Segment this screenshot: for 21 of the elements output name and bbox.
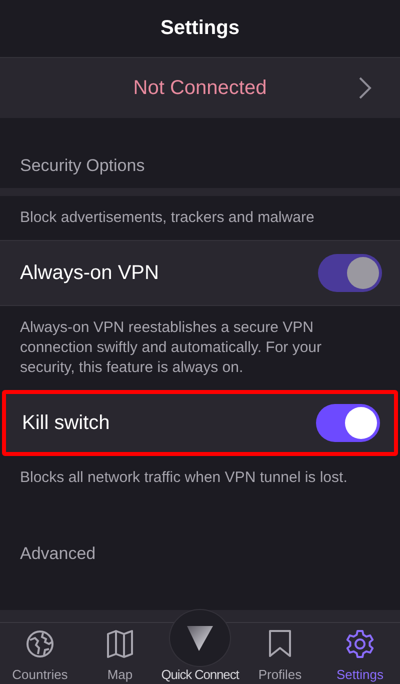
settings-icon xyxy=(345,629,375,659)
screen-title: Settings xyxy=(160,17,240,40)
description-text: Blocks all network traffic when VPN tunnel is lost. xyxy=(19,468,348,488)
description-text: Always-on VPN reestablishes a secure VPN connection swiftly and automatically. For your security, this feature is always on. xyxy=(19,318,323,378)
description-text: Block advertisements, trackers and malware xyxy=(19,208,316,228)
map-icon xyxy=(106,629,134,659)
setting-label: Kill switch xyxy=(22,412,110,434)
connection-status: Not Connected xyxy=(133,76,267,100)
tab-item[interactable]: Countries xyxy=(0,623,80,684)
tab-item[interactable]: Settings xyxy=(320,623,400,684)
globe-icon xyxy=(25,629,55,659)
toggle-switch[interactable] xyxy=(316,404,380,442)
chevron-right-icon xyxy=(358,76,372,100)
tab-item[interactable]: Map xyxy=(80,623,160,684)
triangle-icon xyxy=(186,623,214,653)
connection-status-row[interactable]: Not Connected xyxy=(0,58,400,118)
bookmark-icon xyxy=(268,629,292,659)
section-header: Security Options xyxy=(20,156,145,176)
setting-label: Always-on VPN xyxy=(20,262,159,284)
tab-item[interactable]: Profiles xyxy=(240,623,320,684)
section-header: Advanced xyxy=(20,544,96,564)
